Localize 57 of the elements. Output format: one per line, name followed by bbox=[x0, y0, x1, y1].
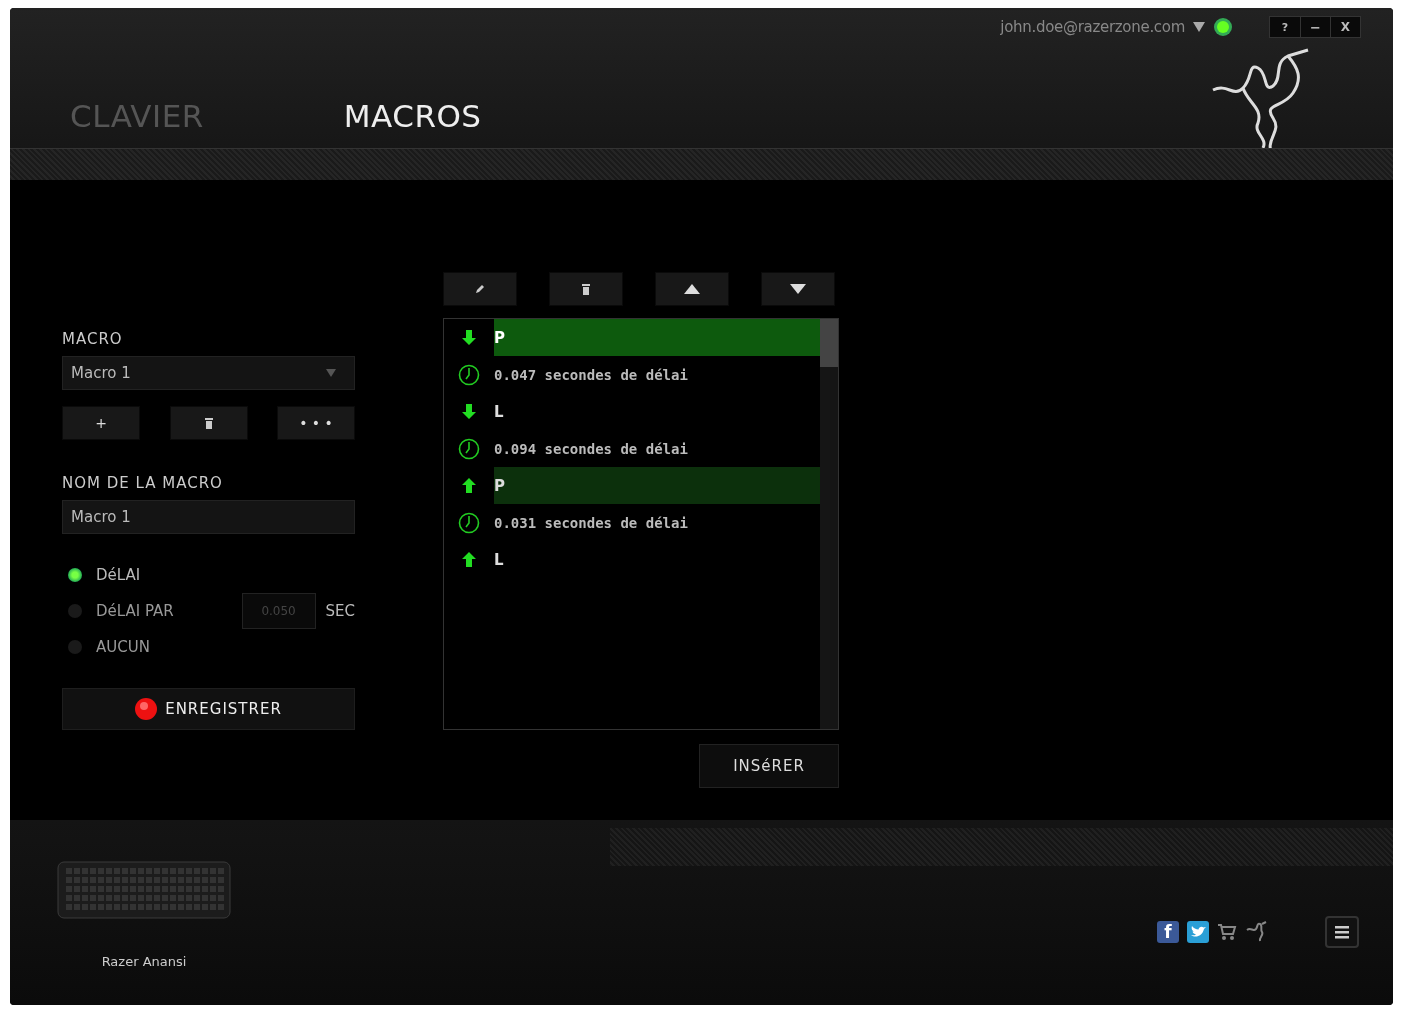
trash-icon bbox=[203, 416, 214, 430]
radio-button[interactable] bbox=[68, 568, 82, 582]
arrow-down-icon bbox=[462, 330, 476, 345]
tab[interactable]: MACROS bbox=[343, 98, 482, 134]
minimize-button[interactable]: − bbox=[1300, 17, 1330, 37]
record-icon bbox=[135, 698, 158, 720]
option-label[interactable]: DéLAI bbox=[96, 566, 242, 584]
insert-button[interactable]: INSéRER bbox=[699, 744, 839, 788]
triangle-down-icon bbox=[790, 284, 806, 294]
delete-button[interactable] bbox=[169, 406, 248, 440]
scrollbar-thumb[interactable] bbox=[820, 319, 838, 367]
move-up-button[interactable] bbox=[655, 272, 729, 306]
clock-icon bbox=[458, 511, 480, 534]
macro-name-label: NOM DE LA MACRO bbox=[62, 474, 224, 492]
snake-icon bbox=[1245, 921, 1267, 943]
pencil-icon bbox=[475, 284, 485, 294]
macro-name-field[interactable]: Macro 1 bbox=[62, 500, 355, 534]
clock-icon bbox=[458, 437, 480, 460]
arrow-down-icon bbox=[462, 404, 476, 419]
caret-icon bbox=[326, 369, 336, 377]
bird-icon bbox=[1187, 921, 1209, 943]
device-name[interactable]: Razer Anansi bbox=[101, 954, 187, 969]
menu-button[interactable] bbox=[1325, 916, 1359, 948]
menu-icon bbox=[1335, 925, 1349, 939]
unit-label: SEC bbox=[325, 602, 355, 620]
event-row[interactable]: 0.031 secondes de délai bbox=[444, 504, 820, 541]
event-row[interactable]: L bbox=[444, 393, 820, 430]
event-row[interactable]: L bbox=[444, 541, 820, 578]
clock-icon bbox=[458, 363, 480, 386]
macro-label: MACRO bbox=[62, 330, 124, 348]
add-button[interactable]: + bbox=[62, 406, 140, 440]
dropdown-arrow-icon[interactable] bbox=[1193, 22, 1205, 32]
facebook-button[interactable]: f bbox=[1157, 921, 1179, 943]
help-button[interactable]: ? bbox=[1270, 17, 1300, 37]
radio-button[interactable] bbox=[68, 640, 82, 654]
event-row[interactable]: 0.047 secondes de délai bbox=[444, 356, 820, 393]
macro-dropdown[interactable]: Macro 1 bbox=[62, 356, 355, 390]
arrow-up-icon bbox=[462, 478, 476, 493]
user-email[interactable]: john.doe@razerzone.com bbox=[1000, 18, 1185, 36]
store-button[interactable] bbox=[1217, 923, 1237, 941]
twitter-button[interactable] bbox=[1187, 921, 1209, 943]
close-button[interactable]: X bbox=[1330, 17, 1360, 37]
cart-icon bbox=[1217, 923, 1237, 941]
event-row[interactable]: 0.094 secondes de délai bbox=[444, 430, 820, 467]
option-label[interactable]: AUCUN bbox=[96, 638, 242, 656]
record-button[interactable]: ENREGISTRER bbox=[62, 688, 355, 730]
trash-icon bbox=[581, 282, 591, 296]
razer-button[interactable] bbox=[1245, 921, 1267, 943]
arrow-up-icon bbox=[462, 552, 476, 567]
scrollbar[interactable] bbox=[820, 319, 838, 729]
status-light-icon bbox=[1213, 17, 1233, 37]
option-label[interactable]: DéLAI PAR bbox=[95, 602, 242, 620]
triangle-up-icon bbox=[684, 284, 700, 294]
move-down-button[interactable] bbox=[761, 272, 835, 306]
more-button[interactable]: • • • bbox=[277, 406, 355, 440]
radio-button[interactable] bbox=[68, 604, 82, 618]
delete-button[interactable] bbox=[549, 272, 623, 306]
